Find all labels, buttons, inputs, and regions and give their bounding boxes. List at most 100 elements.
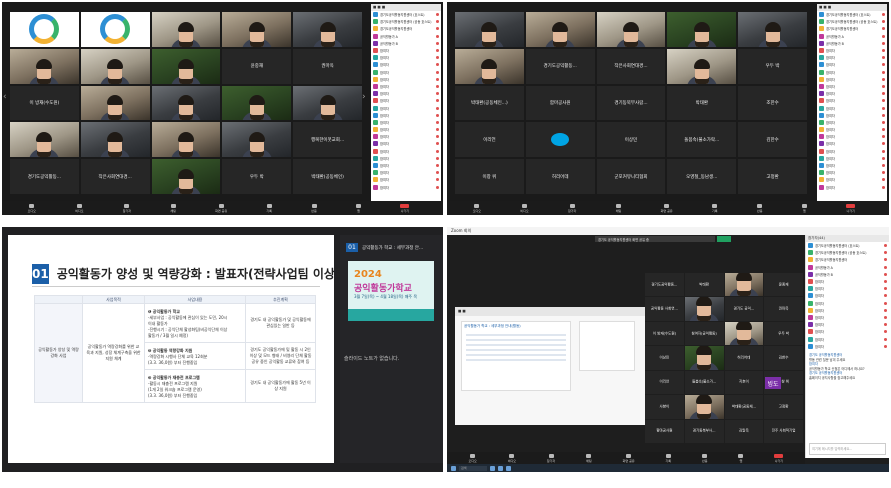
toolbar-button[interactable]: 화면 공유 [623,453,635,463]
toolbar-button[interactable]: 반응 [757,203,762,213]
participant-row[interactable]: 참여자 [806,343,889,350]
video-tile[interactable]: 오영철_동남생... [667,159,737,194]
video-tile[interactable] [684,395,724,419]
participant-row[interactable]: 참여자 [817,76,887,83]
video-tile[interactable]: 조한수 [738,85,807,121]
chat-input[interactable]: 여기에 메시지를 입력하세요... [809,443,886,455]
video-tile[interactable]: 돌봄속(불소가... [684,370,724,395]
video-tile[interactable] [151,159,221,194]
participant-row[interactable]: 참여자 [371,47,441,54]
video-tile[interactable] [222,122,292,158]
video-tile[interactable] [80,122,150,158]
participant-row[interactable]: 경기도공익활동지원센터 (호스트) [817,11,887,18]
toolbar-button[interactable]: 참가자 [568,203,576,213]
video-tile[interactable] [151,12,221,47]
video-tile[interactable] [10,48,79,84]
participant-row[interactable]: 참여자 [817,155,887,162]
participant-row[interactable]: 참여자 [371,83,441,90]
participant-row[interactable]: 참여자 [371,112,441,119]
video-tile[interactable]: 박태환(공동체인) [293,159,362,194]
video-tile[interactable]: 경기도공익활동... [645,273,684,297]
video-tile[interactable] [222,12,292,47]
toolbar-button[interactable]: 참가자 [547,453,555,463]
participant-row[interactable]: 참여자 [371,176,441,183]
participant-row[interactable]: 참여자 [371,119,441,126]
participant-row[interactable]: 참여자 [371,69,441,76]
participant-row[interactable]: 참여자 [817,69,887,76]
video-tile[interactable]: 이창 위 [455,159,524,194]
participant-row[interactable]: 참여자 [371,126,441,133]
participant-row[interactable]: 참여자 [806,328,889,335]
video-tile[interactable]: 경기동북부사... [684,419,724,443]
participant-row[interactable]: 참여자 [817,112,887,119]
toolbar-button[interactable]: 나가기 [846,203,856,213]
participant-row[interactable]: 참여자 [806,300,889,307]
participant-row[interactable]: 참여자 [817,104,887,111]
video-tile[interactable]: 작은사회연대경... [596,48,666,84]
video-tile[interactable] [455,48,524,84]
participant-row[interactable]: 참여자 [817,169,887,176]
participant-row[interactable]: 참여자 [371,104,441,111]
toolbar-button[interactable]: 비디오 [508,453,516,463]
participant-row[interactable]: 참여자 [817,148,887,155]
video-tile[interactable] [293,12,362,47]
video-tile[interactable]: 박태환(공동체인...) [455,85,524,121]
video-tile[interactable]: 군포커뮤니티협회 [596,159,666,194]
video-tile[interactable]: 허리어데 [724,346,764,370]
video-tile[interactable]: 윤중재 [222,48,292,84]
video-tile[interactable] [222,85,292,121]
participant-row[interactable]: 경기도공익활동지원센터 (호스트) [371,11,441,18]
video-tile[interactable]: 허리어데 [525,159,595,194]
video-tile[interactable]: 권마옥 [764,297,803,321]
participant-row[interactable]: 경기도공익활동지원센터 [817,25,887,32]
participant-row[interactable]: 참여자 [817,90,887,97]
participant-row[interactable]: 참여자 [371,184,441,191]
toolbar-button[interactable]: 오디오 [28,203,36,213]
video-tile[interactable]: 박태환(공동체... [724,395,764,419]
toolbar-button[interactable]: 나가기 [400,203,410,213]
participant-row[interactable]: 참여자 [806,321,889,328]
participant-row[interactable]: 참여자 [371,61,441,68]
video-tile[interactable] [455,12,524,47]
video-tile[interactable] [596,12,666,47]
participant-row[interactable]: 참여자 [371,76,441,83]
participant-row[interactable]: 공익활동가 B [806,271,889,278]
video-tile[interactable]: 이 방재(수도원) [645,321,684,346]
toolbar-button[interactable]: 오디오 [473,203,481,213]
video-tile[interactable]: 사향이 [645,395,684,419]
video-tile[interactable]: 이리언 [645,370,684,395]
participant-row[interactable]: 경기도공익활동지원센터 (호스트) [806,242,889,249]
video-tile[interactable] [667,12,737,47]
toolbar-button[interactable]: 오디오 [468,453,477,463]
toolbar-button[interactable]: 화면 공유 [215,203,227,213]
toolbar-button[interactable]: 나가기 [774,453,784,463]
participant-row[interactable]: 참여자 [817,184,887,191]
participant-row[interactable]: 경기도공익활동지원센터 [806,256,889,263]
participant-row[interactable]: 경기도공익활동지원센터 (공동 호스트) [817,18,887,25]
video-tile[interactable] [293,85,362,121]
video-tile[interactable]: 함마공사원 [525,85,595,121]
video-tile[interactable]: 우두 박 [222,159,292,194]
participant-row[interactable]: 참여자 [817,140,887,147]
video-tile[interactable]: 김말옥 [724,419,764,443]
participant-row[interactable]: 참여자 [371,90,441,97]
toolbar-button[interactable]: 반응 [311,203,317,213]
taskbar-app-icon[interactable] [498,465,503,471]
toolbar-button[interactable]: 기록 [712,203,718,213]
toolbar-button[interactable]: 채팅 [170,203,176,213]
participant-row[interactable]: 참여자 [817,162,887,169]
participant-row[interactable]: 참여자 [806,335,889,342]
participant-row[interactable]: 참여자 [817,83,887,90]
video-tile[interactable]: 김한수 [738,122,807,158]
video-tile[interactable]: 전주 사회적기업 [764,419,803,443]
participant-row[interactable]: 참여자 [806,292,889,299]
participant-row[interactable]: 참여자 [817,133,887,140]
participant-row[interactable]: 공익활동가 B [817,40,887,47]
video-tile[interactable]: 김한수 [764,346,803,370]
video-tile[interactable] [151,122,221,158]
video-tile[interactable] [10,12,79,47]
video-tile[interactable] [667,48,737,84]
participant-row[interactable]: 참여자 [817,54,887,61]
toolbar-button[interactable]: 기록 [666,453,671,463]
participant-row[interactable]: 참여자 [817,97,887,104]
